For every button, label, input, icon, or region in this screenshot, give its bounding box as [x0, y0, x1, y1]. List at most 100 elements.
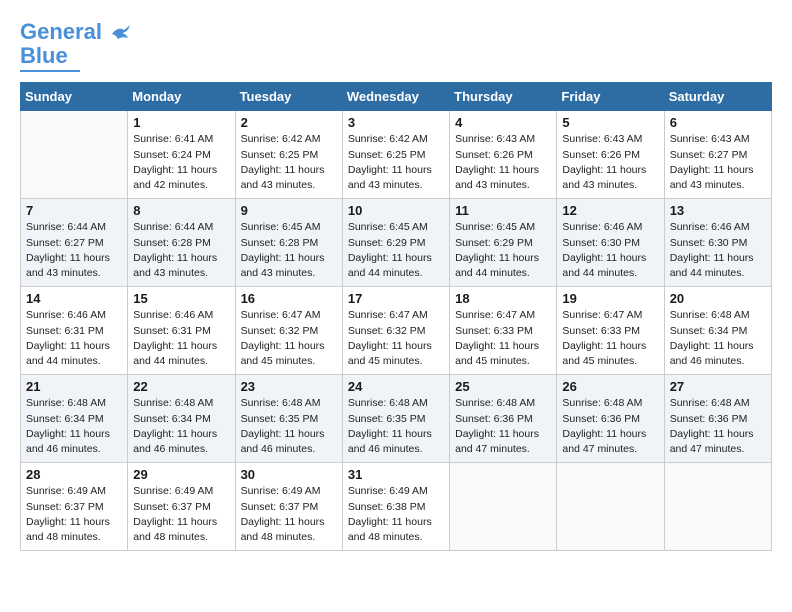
calendar-cell: 17Sunrise: 6:47 AM Sunset: 6:32 PM Dayli…	[342, 287, 449, 375]
weekday-header: Wednesday	[342, 83, 449, 111]
day-number: 16	[241, 291, 337, 306]
calendar-cell: 20 Sunrise: 6:48 AM Sunset: 6:34 PM Dayli…	[664, 287, 771, 375]
cell-sun-info: Sunrise: 6:49 AM Sunset: 6:37 PM Dayligh…	[26, 484, 122, 545]
weekday-header: Thursday	[450, 83, 557, 111]
calendar-cell: 4Sunrise: 6:43 AM Sunset: 6:26 PM Daylig…	[450, 111, 557, 199]
calendar-cell: 22 Sunrise: 6:48 AM Sunset: 6:34 PM Dayli…	[128, 375, 235, 463]
day-number: 25	[455, 379, 551, 394]
day-number: 20	[670, 291, 766, 306]
day-number: 14	[26, 291, 122, 306]
day-number: 21	[26, 379, 122, 394]
cell-sun-info: Sunrise: 6:42 AM Sunset: 6:25 PM Dayligh…	[348, 132, 444, 193]
weekday-header: Monday	[128, 83, 235, 111]
calendar-cell: 19 Sunrise: 6:47 AM Sunset: 6:33 PM Dayli…	[557, 287, 664, 375]
cell-sun-info: Sunrise: 6:49 AM Sunset: 6:37 PM Dayligh…	[241, 484, 337, 545]
weekday-header: Tuesday	[235, 83, 342, 111]
calendar-cell: 24 Sunrise: 6:48 AM Sunset: 6:35 PM Dayli…	[342, 375, 449, 463]
day-number: 2	[241, 115, 337, 130]
calendar-cell: 5Sunrise: 6:43 AM Sunset: 6:26 PM Daylig…	[557, 111, 664, 199]
day-number: 29	[133, 467, 229, 482]
day-number: 6	[670, 115, 766, 130]
weekday-header: Sunday	[21, 83, 128, 111]
day-number: 30	[241, 467, 337, 482]
cell-sun-info: Sunrise: 6:48 AM Sunset: 6:35 PM Dayligh…	[348, 396, 444, 457]
cell-sun-info: Sunrise: 6:46 AM Sunset: 6:30 PM Dayligh…	[562, 220, 658, 281]
calendar-cell: 25 Sunrise: 6:48 AM Sunset: 6:36 PM Dayli…	[450, 375, 557, 463]
calendar-cell: 23 Sunrise: 6:48 AM Sunset: 6:35 PM Dayli…	[235, 375, 342, 463]
cell-sun-info: Sunrise: 6:47 AM Sunset: 6:33 PM Dayligh…	[562, 308, 658, 369]
calendar-cell: 1 Sunrise: 6:41 AM Sunset: 6:24 PM Daylig…	[128, 111, 235, 199]
day-number: 27	[670, 379, 766, 394]
calendar-cell: 14Sunrise: 6:46 AM Sunset: 6:31 PM Dayli…	[21, 287, 128, 375]
calendar-table: SundayMondayTuesdayWednesdayThursdayFrid…	[20, 82, 772, 551]
cell-sun-info: Sunrise: 6:43 AM Sunset: 6:27 PM Dayligh…	[670, 132, 766, 193]
day-number: 11	[455, 203, 551, 218]
calendar-cell: 6 Sunrise: 6:43 AM Sunset: 6:27 PM Daylig…	[664, 111, 771, 199]
day-number: 26	[562, 379, 658, 394]
calendar-cell: 27 Sunrise: 6:48 AM Sunset: 6:36 PM Dayli…	[664, 375, 771, 463]
cell-sun-info: Sunrise: 6:48 AM Sunset: 6:36 PM Dayligh…	[670, 396, 766, 457]
calendar-cell: 30 Sunrise: 6:49 AM Sunset: 6:37 PM Dayli…	[235, 463, 342, 551]
day-number: 12	[562, 203, 658, 218]
calendar-week-row: 7 Sunrise: 6:44 AM Sunset: 6:27 PM Daylig…	[21, 199, 772, 287]
day-number: 22	[133, 379, 229, 394]
day-number: 28	[26, 467, 122, 482]
cell-sun-info: Sunrise: 6:46 AM Sunset: 6:31 PM Dayligh…	[133, 308, 229, 369]
cell-sun-info: Sunrise: 6:43 AM Sunset: 6:26 PM Dayligh…	[562, 132, 658, 193]
calendar-cell: 28 Sunrise: 6:49 AM Sunset: 6:37 PM Dayli…	[21, 463, 128, 551]
day-number: 19	[562, 291, 658, 306]
cell-sun-info: Sunrise: 6:45 AM Sunset: 6:29 PM Dayligh…	[348, 220, 444, 281]
calendar-week-row: 1 Sunrise: 6:41 AM Sunset: 6:24 PM Daylig…	[21, 111, 772, 199]
day-number: 8	[133, 203, 229, 218]
calendar-cell: 2 Sunrise: 6:42 AM Sunset: 6:25 PM Daylig…	[235, 111, 342, 199]
day-number: 24	[348, 379, 444, 394]
day-number: 13	[670, 203, 766, 218]
cell-sun-info: Sunrise: 6:43 AM Sunset: 6:26 PM Dayligh…	[455, 132, 551, 193]
cell-sun-info: Sunrise: 6:48 AM Sunset: 6:34 PM Dayligh…	[26, 396, 122, 457]
page: General Blue SundayMondayTuesdayWednesda…	[0, 0, 792, 561]
day-number: 31	[348, 467, 444, 482]
calendar-cell: 15 Sunrise: 6:46 AM Sunset: 6:31 PM Dayli…	[128, 287, 235, 375]
cell-sun-info: Sunrise: 6:41 AM Sunset: 6:24 PM Dayligh…	[133, 132, 229, 193]
bird-icon	[110, 24, 132, 42]
day-number: 18	[455, 291, 551, 306]
calendar-cell: 8 Sunrise: 6:44 AM Sunset: 6:28 PM Daylig…	[128, 199, 235, 287]
cell-sun-info: Sunrise: 6:45 AM Sunset: 6:29 PM Dayligh…	[455, 220, 551, 281]
calendar-cell: 13Sunrise: 6:46 AM Sunset: 6:30 PM Dayli…	[664, 199, 771, 287]
calendar-cell	[664, 463, 771, 551]
cell-sun-info: Sunrise: 6:48 AM Sunset: 6:36 PM Dayligh…	[455, 396, 551, 457]
calendar-cell	[21, 111, 128, 199]
calendar-cell	[450, 463, 557, 551]
day-number: 23	[241, 379, 337, 394]
day-number: 9	[241, 203, 337, 218]
calendar-cell: 31Sunrise: 6:49 AM Sunset: 6:38 PM Dayli…	[342, 463, 449, 551]
calendar-cell: 3 Sunrise: 6:42 AM Sunset: 6:25 PM Daylig…	[342, 111, 449, 199]
weekday-header: Saturday	[664, 83, 771, 111]
calendar-cell	[557, 463, 664, 551]
weekday-header: Friday	[557, 83, 664, 111]
cell-sun-info: Sunrise: 6:47 AM Sunset: 6:32 PM Dayligh…	[241, 308, 337, 369]
cell-sun-info: Sunrise: 6:49 AM Sunset: 6:37 PM Dayligh…	[133, 484, 229, 545]
calendar-week-row: 14 Sunrise: 6:46 AM Sunset: 6:31 PM Dayli…	[21, 287, 772, 375]
logo: General Blue	[20, 20, 132, 72]
cell-sun-info: Sunrise: 6:47 AM Sunset: 6:33 PM Dayligh…	[455, 308, 551, 369]
day-number: 3	[348, 115, 444, 130]
calendar-cell: 11 Sunrise: 6:45 AM Sunset: 6:29 PM Dayli…	[450, 199, 557, 287]
day-number: 15	[133, 291, 229, 306]
calendar-cell: 9 Sunrise: 6:45 AM Sunset: 6:28 PM Daylig…	[235, 199, 342, 287]
header: General Blue	[20, 20, 772, 72]
cell-sun-info: Sunrise: 6:48 AM Sunset: 6:35 PM Dayligh…	[241, 396, 337, 457]
cell-sun-info: Sunrise: 6:45 AM Sunset: 6:28 PM Dayligh…	[241, 220, 337, 281]
cell-sun-info: Sunrise: 6:47 AM Sunset: 6:32 PM Dayligh…	[348, 308, 444, 369]
day-number: 10	[348, 203, 444, 218]
day-number: 1	[133, 115, 229, 130]
calendar-header-row: SundayMondayTuesdayWednesdayThursdayFrid…	[21, 83, 772, 111]
cell-sun-info: Sunrise: 6:48 AM Sunset: 6:34 PM Dayligh…	[670, 308, 766, 369]
cell-sun-info: Sunrise: 6:44 AM Sunset: 6:28 PM Dayligh…	[133, 220, 229, 281]
cell-sun-info: Sunrise: 6:48 AM Sunset: 6:34 PM Dayligh…	[133, 396, 229, 457]
cell-sun-info: Sunrise: 6:42 AM Sunset: 6:25 PM Dayligh…	[241, 132, 337, 193]
calendar-week-row: 28 Sunrise: 6:49 AM Sunset: 6:37 PM Dayli…	[21, 463, 772, 551]
day-number: 7	[26, 203, 122, 218]
cell-sun-info: Sunrise: 6:44 AM Sunset: 6:27 PM Dayligh…	[26, 220, 122, 281]
logo-divider	[20, 70, 80, 72]
